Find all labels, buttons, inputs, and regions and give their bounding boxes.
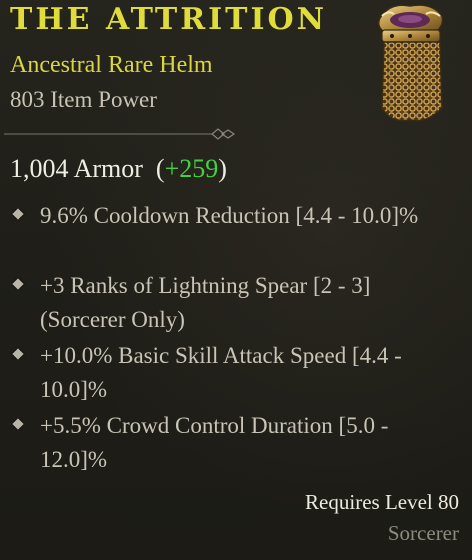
item-type: Ancestral Rare Helm — [10, 52, 213, 78]
affix-text: +10.0% Basic Skill Attack Speed [4.4 - 1… — [40, 343, 402, 402]
rare-helm-icon — [377, 4, 444, 122]
diamond-bullet-icon — [12, 348, 24, 360]
armor-bonus-open: ( — [155, 154, 165, 183]
item-tooltip: THE ATTRITION Ancestral Rare Helm 803 It… — [0, 0, 472, 560]
affix-text: 9.6% Cooldown Reduction [4.4 - 10.0]% — [40, 203, 419, 228]
armor-bonus-close: ) — [218, 154, 227, 183]
affix-text: +5.5% Crowd Control Duration [5.0 - 12.0… — [40, 413, 389, 472]
header-divider — [4, 128, 236, 140]
armor-bonus: +259 — [164, 154, 219, 183]
diamond-bullet-icon — [12, 208, 24, 220]
diamond-bullet-icon — [12, 418, 24, 430]
level-requirement: Requires Level 80 — [305, 490, 459, 514]
affix-text: +3 Ranks of Lightning Spear [2 - 3] (Sor… — [40, 273, 371, 332]
armor-stat: 1,004 Armor (+259) — [10, 154, 227, 184]
item-power: 803 Item Power — [10, 87, 157, 112]
item-name: THE ATTRITION — [10, 2, 328, 37]
diamond-bullet-icon — [12, 278, 24, 290]
class-requirement: Sorcerer — [387, 521, 459, 545]
armor-value: 1,004 Armor — [10, 154, 143, 183]
